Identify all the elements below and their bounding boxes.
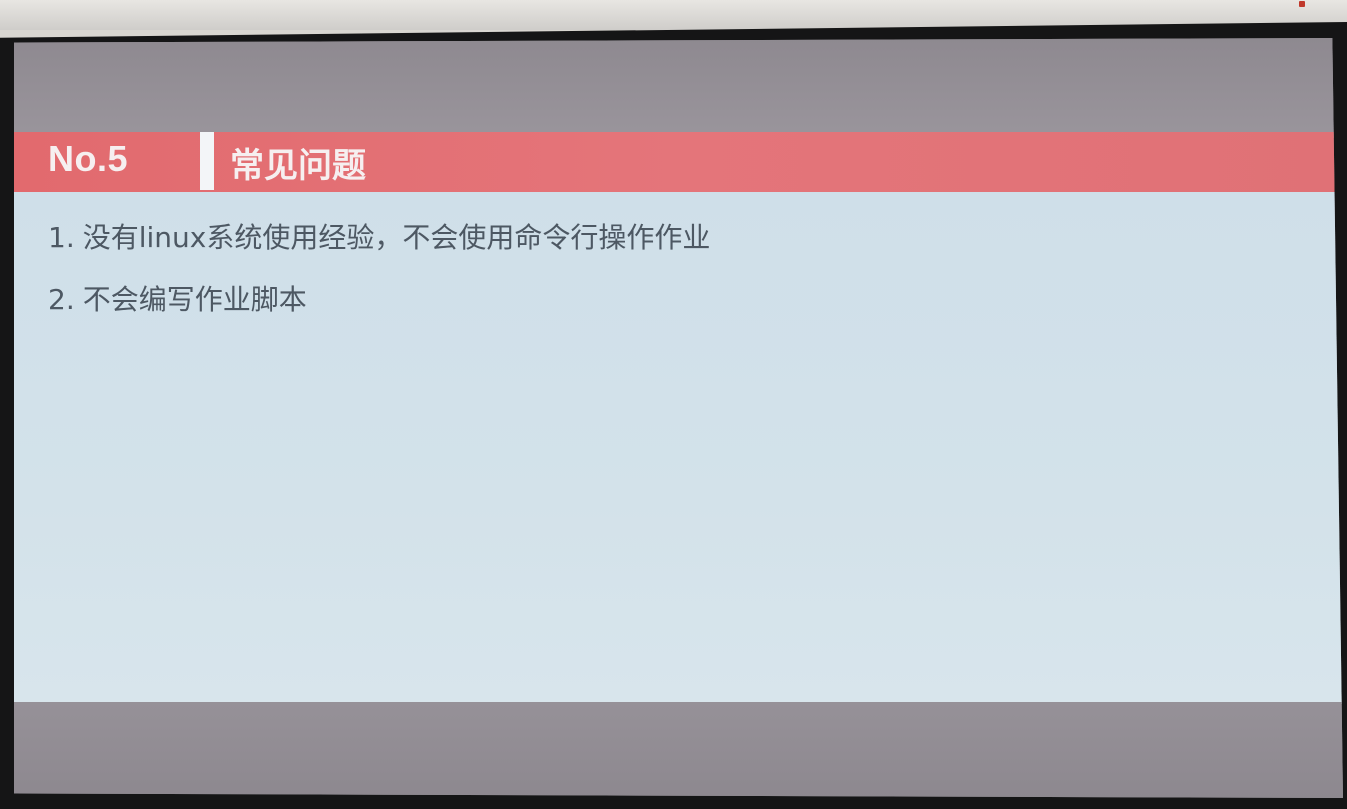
slide-title: 常见问题 <box>230 146 366 186</box>
slide-bottom-band <box>14 702 1343 798</box>
logo-mark-icon <box>1299 0 1305 7</box>
list-item-number: 1. <box>48 221 75 254</box>
section-number: No.5 <box>48 138 129 179</box>
corner-logo <box>1271 0 1307 12</box>
question-list: 1. 没有linux系统使用经验，不会使用命令行操作作业 2. 不会编写作业脚本 <box>48 214 710 338</box>
list-item-text: 不会编写作业脚本 <box>82 283 307 316</box>
title-divider <box>200 132 214 190</box>
list-item: 2. 不会编写作业脚本 <box>48 276 710 338</box>
projection-screen: No.5 常见问题 1. 没有linux系统使用经验，不会使用命令行操作作业 2.… <box>14 38 1343 798</box>
list-item-number: 2. <box>48 283 75 316</box>
slide-top-band <box>14 38 1343 138</box>
list-item-text: 没有linux系统使用经验，不会使用命令行操作作业 <box>82 221 711 254</box>
list-item: 1. 没有linux系统使用经验，不会使用命令行操作作业 <box>48 214 710 276</box>
